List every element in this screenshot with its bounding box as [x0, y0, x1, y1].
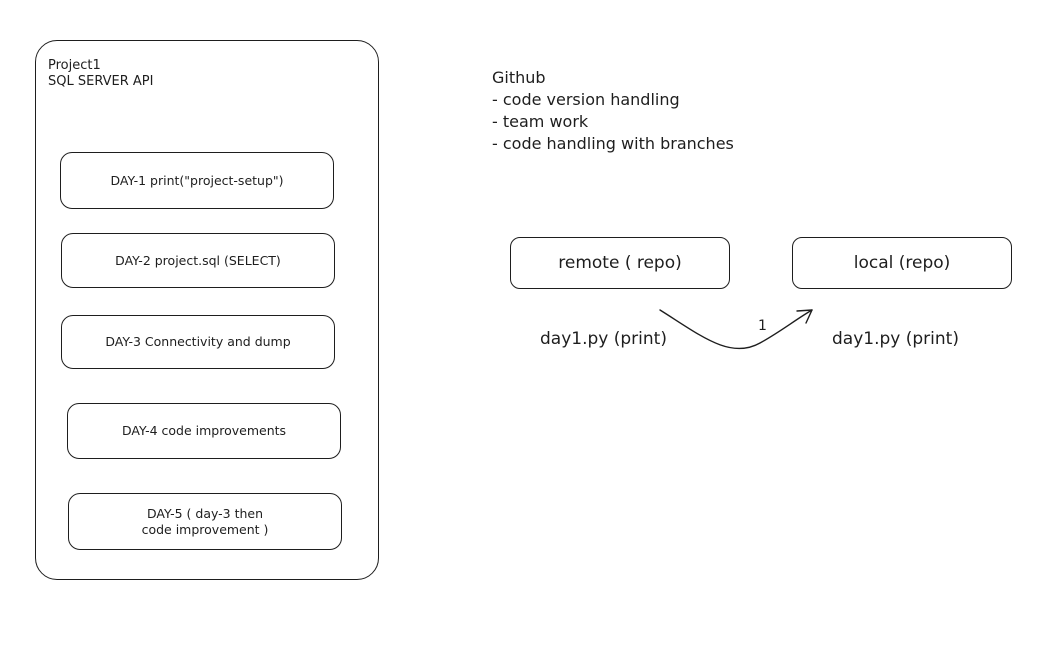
- flow-arrow-head: [796, 309, 813, 324]
- day-2-box: DAY-2 project.sql (SELECT): [61, 233, 335, 288]
- flow-arrow-curve: [659, 309, 813, 350]
- github-notes: Github - code version handling - team wo…: [492, 67, 734, 155]
- local-repo-box: local (repo): [792, 237, 1012, 289]
- project-title: Project1 SQL SERVER API: [48, 58, 154, 89]
- github-heading: Github: [492, 68, 546, 87]
- remote-repo-box: remote ( repo): [510, 237, 730, 289]
- remote-file-label: day1.py (print): [540, 329, 667, 349]
- day-1-box: DAY-1 print("project-setup"): [60, 152, 334, 209]
- github-point: - code handling with branches: [492, 134, 734, 153]
- day-3-box: DAY-3 Connectivity and dump: [61, 315, 335, 369]
- whiteboard-canvas: Project1 SQL SERVER API DAY-1 print("pro…: [0, 0, 1043, 646]
- arrow-label: 1: [758, 318, 767, 334]
- day-5-box: DAY-5 ( day-3 then code improvement ): [68, 493, 342, 550]
- github-point: - code version handling: [492, 90, 680, 109]
- local-file-label: day1.py (print): [832, 329, 959, 349]
- day-4-box: DAY-4 code improvements: [67, 403, 341, 459]
- github-point: - team work: [492, 112, 589, 131]
